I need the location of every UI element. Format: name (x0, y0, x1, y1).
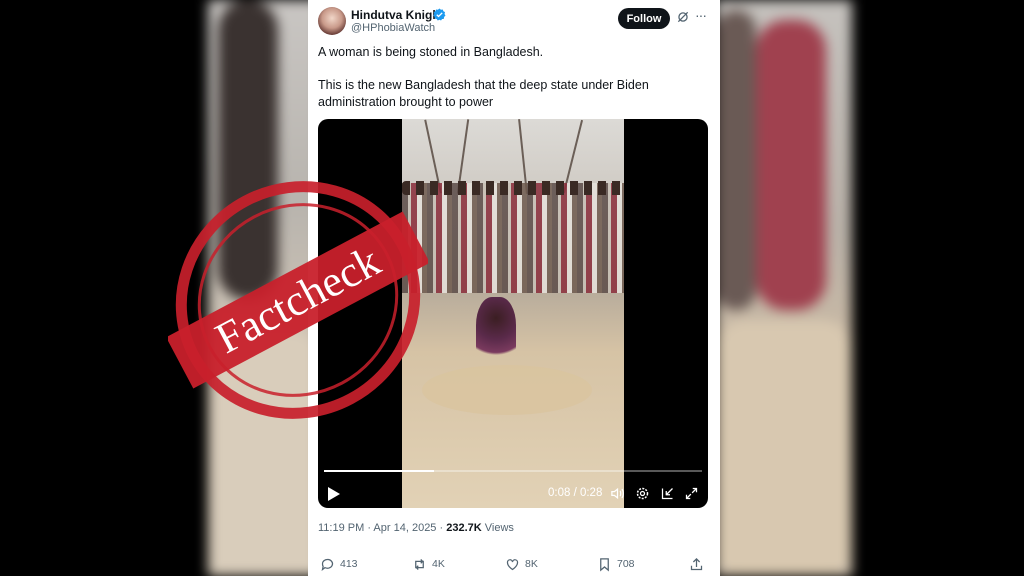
more-icon[interactable]: ··· (695, 8, 709, 24)
factcheck-stamp: Factcheck (168, 181, 428, 419)
blurred-ground (716, 320, 852, 576)
fullscreen-icon[interactable] (684, 486, 699, 501)
blurred-figure (716, 10, 756, 310)
like-count: 8K (525, 558, 538, 570)
repost-button[interactable]: 4K (412, 556, 445, 572)
tweet-meta: 11:19 PM · Apr 14, 2025 · 232.7K Views (318, 522, 514, 534)
avatar[interactable] (318, 7, 346, 35)
follow-button[interactable]: Follow (618, 8, 670, 29)
crowd-heads (402, 181, 624, 195)
like-icon (506, 558, 519, 570)
sand-mound (422, 365, 592, 415)
tweet-text-line: A woman is being stoned in Bangladesh. (318, 45, 544, 59)
display-name[interactable]: Hindutva Knight (351, 8, 444, 22)
stamp-text: Factcheck (208, 236, 388, 363)
bookmark-count: 708 (617, 558, 635, 570)
blurred-figure (756, 20, 826, 310)
crowd (402, 183, 624, 293)
blurred-background-right (716, 0, 852, 576)
tweet-timestamp[interactable]: 11:19 PM · Apr 14, 2025 · (318, 522, 443, 534)
user-handle[interactable]: @HPhobiaWatch (351, 22, 435, 34)
views-count: 232.7K (446, 522, 482, 534)
play-icon[interactable] (328, 487, 340, 501)
repost-icon (415, 558, 424, 570)
video-time: 0:08 / 0:28 (548, 487, 603, 499)
reply-icon (321, 558, 334, 571)
bookmark-icon (600, 557, 609, 571)
video-progress-bar[interactable] (324, 470, 702, 472)
share-icon (690, 557, 703, 570)
bookmark-button[interactable]: 708 (597, 556, 635, 572)
reply-count: 413 (340, 558, 358, 570)
share-button[interactable] (689, 556, 704, 572)
verified-badge-icon (433, 8, 446, 21)
video-progress-fill (324, 470, 434, 472)
views-label: Views (484, 522, 514, 534)
reply-button[interactable]: 413 (320, 556, 358, 572)
settings-icon[interactable] (635, 486, 650, 501)
mini-player-icon[interactable] (660, 486, 675, 501)
grok-icon[interactable] (676, 10, 690, 24)
volume-icon[interactable] (610, 486, 625, 501)
like-button[interactable]: 8K (505, 556, 538, 572)
repost-count: 4K (432, 558, 445, 570)
tweet-text-line: This is the new Bangladesh that the deep… (318, 78, 649, 92)
video-frame (402, 119, 624, 508)
woman-figure (476, 297, 516, 367)
tweet-text-line: administration brought to power (318, 95, 494, 109)
